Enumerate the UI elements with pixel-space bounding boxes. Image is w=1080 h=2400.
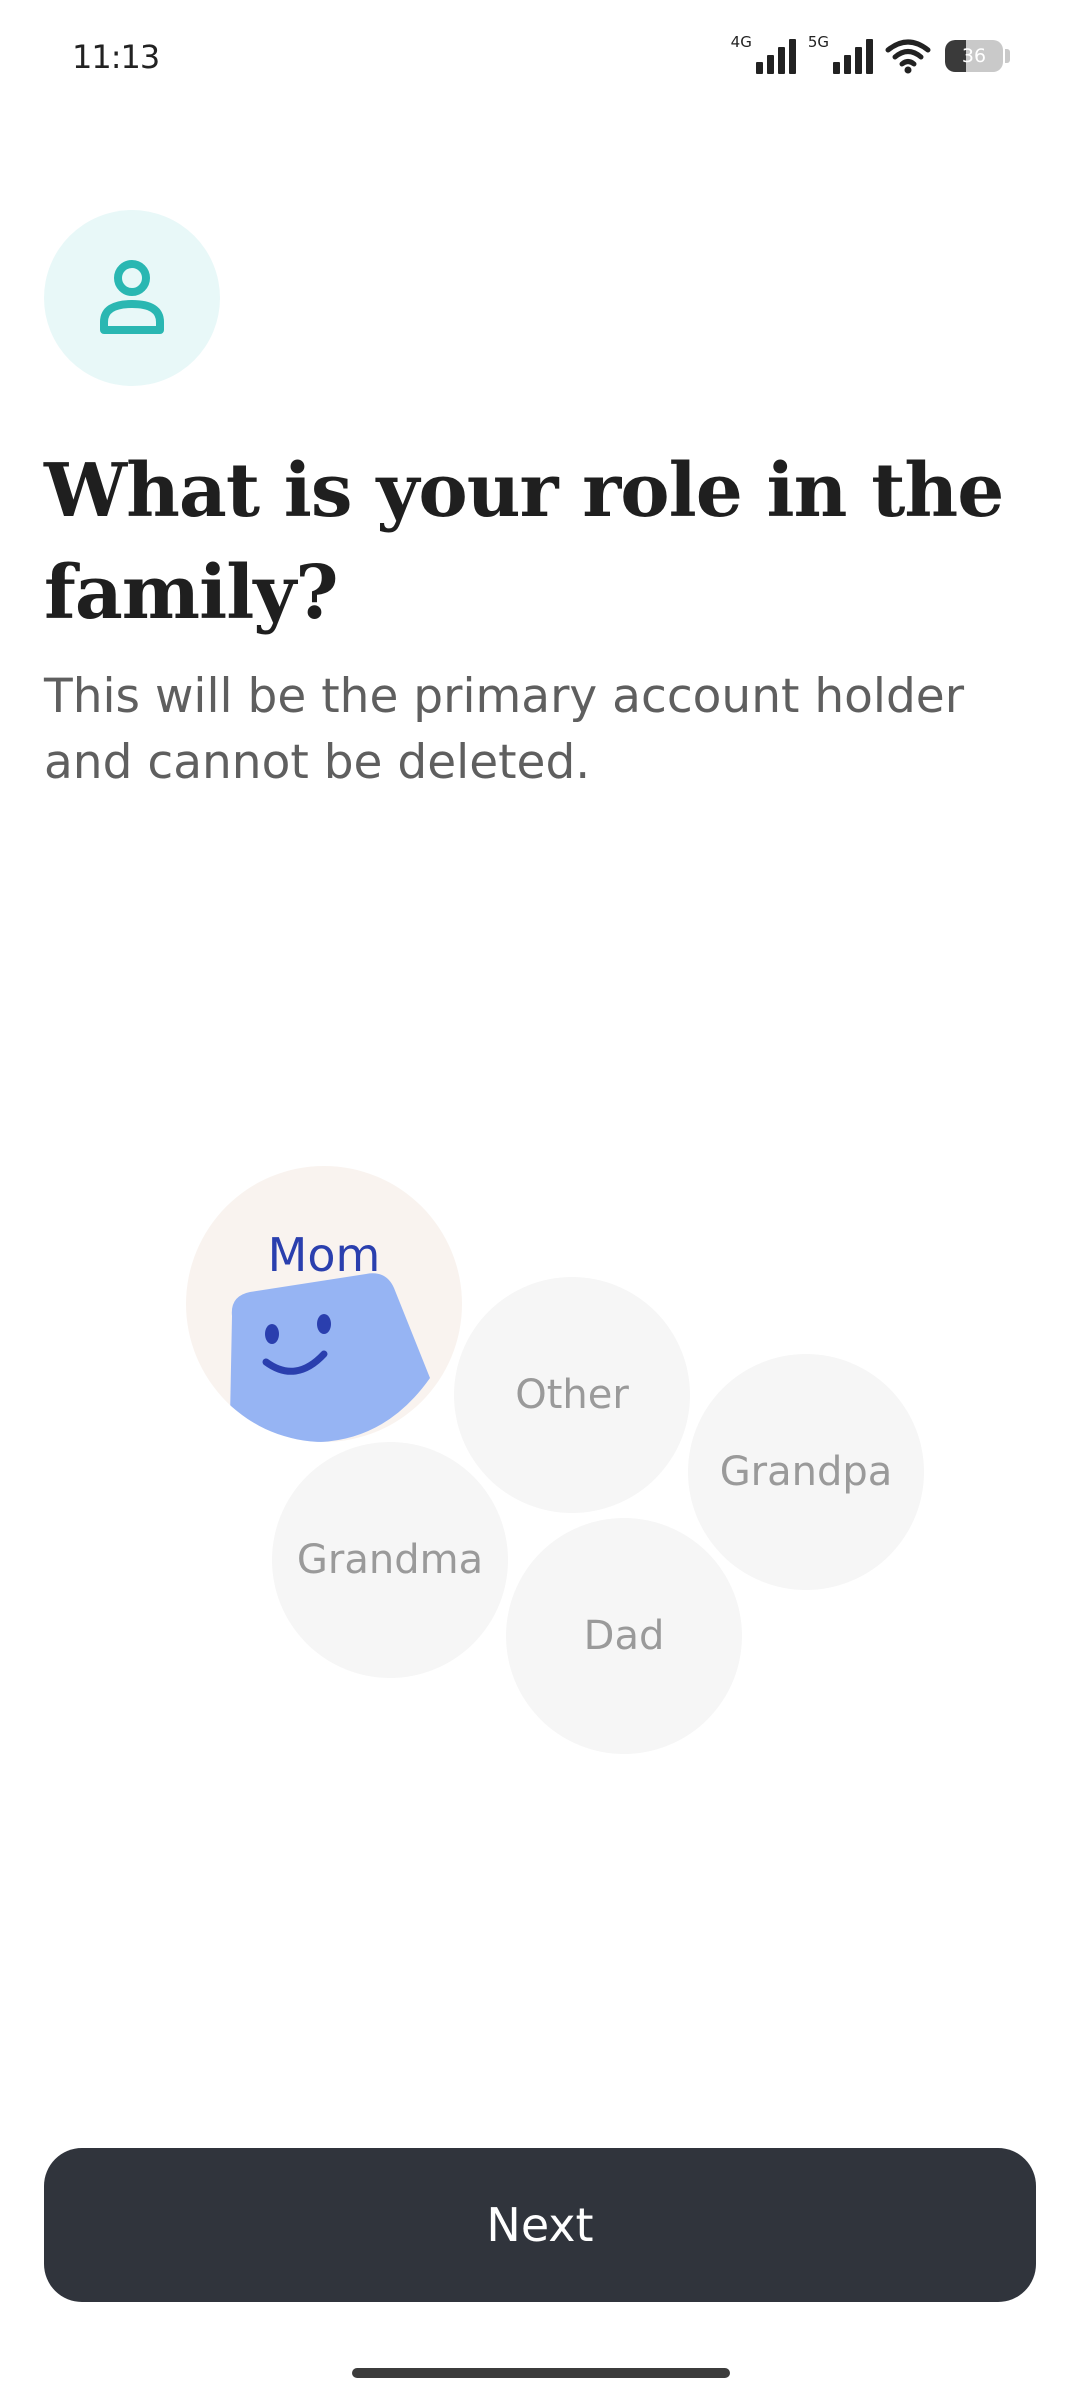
person-icon-badge — [44, 210, 220, 386]
role-label-dad: Dad — [583, 1613, 665, 1659]
battery-level-text: 36 — [961, 45, 987, 67]
person-icon — [100, 260, 164, 334]
role-option-grandma[interactable]: Grandma — [272, 1442, 508, 1678]
cellular-signal-icon — [755, 39, 796, 74]
network-label-5g: 5G — [807, 33, 829, 51]
status-icons: 4G 5G 36 — [730, 33, 1010, 78]
page-subtitle: This will be the primary account holder … — [44, 669, 965, 790]
smiley-face-icon — [230, 1273, 430, 1442]
cellular-signal-icon-2 — [833, 39, 873, 74]
role-option-dad[interactable]: Dad — [506, 1518, 742, 1754]
home-indicator[interactable] — [352, 2368, 730, 2378]
role-label-mom: Mom — [267, 1228, 381, 1282]
role-option-other[interactable]: Other — [454, 1277, 690, 1513]
status-bar: 11:13 4G 5G 36 — [0, 0, 1080, 110]
battery-icon: 36 — [945, 40, 1003, 72]
network-label-4g: 4G — [730, 33, 752, 51]
role-label-other: Other — [515, 1372, 629, 1418]
status-time: 11:13 — [72, 38, 160, 76]
role-label-grandma: Grandma — [296, 1537, 484, 1583]
role-option-grandpa[interactable]: Grandpa — [688, 1354, 924, 1590]
role-option-mom[interactable]: Mom — [186, 1166, 462, 1442]
next-button[interactable]: Next — [44, 2148, 1036, 2302]
battery-nub — [1005, 49, 1010, 63]
wifi-icon — [885, 39, 931, 74]
page-title: What is your role in the family? — [44, 448, 1004, 636]
role-label-grandpa: Grandpa — [719, 1449, 893, 1495]
